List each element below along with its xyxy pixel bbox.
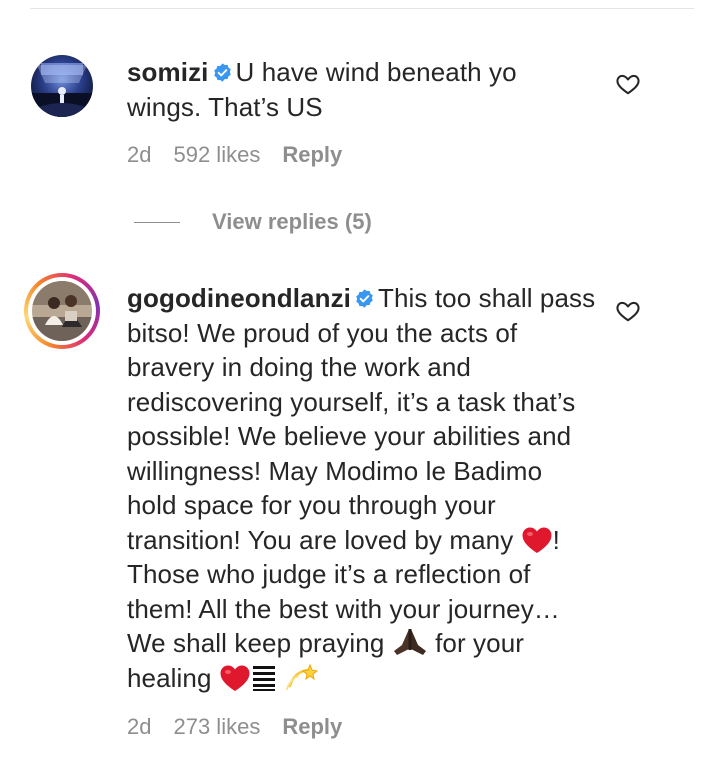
timestamp[interactable]: 2d bbox=[127, 142, 151, 167]
comment-meta: 2d 273 likes Reply bbox=[127, 714, 364, 740]
view-replies-button[interactable]: View replies (5) bbox=[134, 207, 372, 237]
comment-text: somizi U have wind beneath yo wings. That… bbox=[127, 55, 597, 124]
top-divider bbox=[30, 8, 694, 9]
red-heart-emoji bbox=[522, 527, 552, 553]
avatar[interactable] bbox=[31, 55, 93, 117]
dizzy-emoji bbox=[286, 663, 319, 690]
username[interactable]: somizi bbox=[127, 57, 209, 87]
verified-badge-icon bbox=[356, 289, 373, 308]
comment-body-text-1: This too shall pass bitso! We proud of y… bbox=[127, 283, 596, 555]
likes-count[interactable]: 273 likes bbox=[173, 714, 260, 739]
trigram-emoji bbox=[252, 665, 275, 691]
comment-text: gogodineondlanzi This too shall pass bits… bbox=[127, 281, 597, 695]
view-replies-label: View replies (5) bbox=[212, 209, 372, 234]
avatar-story-ring[interactable] bbox=[24, 273, 100, 349]
two-people-avatar-icon bbox=[32, 281, 92, 341]
reply-button[interactable]: Reply bbox=[282, 714, 342, 739]
praying-hands-emoji bbox=[393, 629, 426, 655]
red-heart-emoji bbox=[220, 665, 250, 691]
username[interactable]: gogodineondlanzi bbox=[127, 283, 351, 313]
heart-outline-icon[interactable] bbox=[615, 71, 641, 97]
likes-count[interactable]: 592 likes bbox=[173, 142, 260, 167]
concert-stage-avatar-icon bbox=[31, 55, 93, 117]
comment-meta: 2d 592 likes Reply bbox=[127, 142, 364, 168]
verified-badge-icon bbox=[213, 63, 231, 82]
timestamp[interactable]: 2d bbox=[127, 714, 151, 739]
replies-line bbox=[134, 221, 180, 223]
heart-outline-icon[interactable] bbox=[615, 298, 641, 324]
reply-button[interactable]: Reply bbox=[282, 142, 342, 167]
